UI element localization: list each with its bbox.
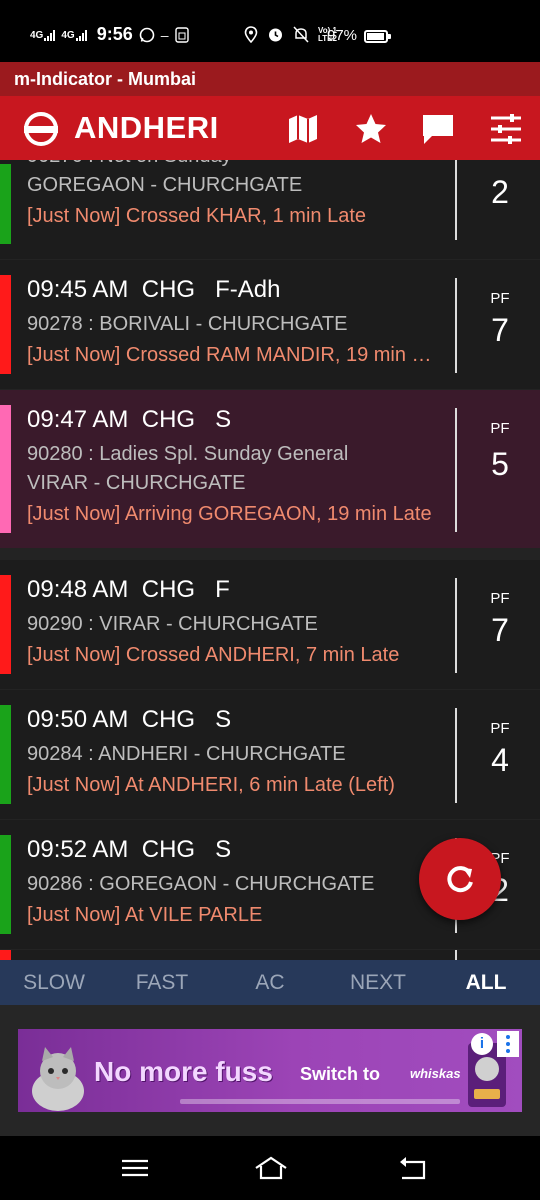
train-type-bar [0,275,11,374]
app-title: m-Indicator - Mumbai [14,69,197,89]
platform-number: 2 [491,174,509,210]
train-time: 09:52 AM CHG S [27,836,232,863]
ad-subtext: Switch to [300,1064,380,1084]
tab-ac[interactable]: AC [216,960,324,1005]
filter-settings-icon[interactable] [488,111,524,147]
train-number-route: 90290 : VIRAR - CHURCHGATE [27,613,318,635]
battery-icon [364,30,391,43]
platform-label: PF [490,420,510,437]
platform-divider [455,278,457,373]
battery-fill [367,33,385,40]
whatsapp-icon [139,27,155,42]
chat-icon[interactable] [420,111,456,147]
tab-fast[interactable]: FAST [108,960,216,1005]
railway-logo-icon[interactable] [23,111,59,147]
notifications-off-icon [293,26,309,43]
cat-image [32,1047,84,1111]
ad-area: No more fuss Switch to whiskas i [0,1005,540,1136]
train-route: VIRAR - CHURCHGATE [27,472,246,494]
train-number-route: 90284 : ANDHERI - CHURCHGATE [27,743,346,765]
platform-number: 7 [491,612,509,648]
tab-all[interactable]: ALL [432,960,540,1005]
station-name[interactable]: ANDHERI [74,110,219,146]
platform-label: PF [490,720,510,737]
platform-number: 7 [491,312,509,348]
train-type-bar [0,705,11,804]
network-indicator-1: 4G [30,29,56,41]
train-live-status: [Just Now] At ANDHERI, 6 min Late (Left) [27,774,395,796]
train-row[interactable] [0,950,540,960]
ad-banner[interactable]: No more fuss Switch to whiskas i [18,1029,522,1112]
train-row[interactable]: 09:50 AM CHG S 90284 : ANDHERI - CHURCHGA… [0,690,540,819]
status-left: 4G 4G 9:56 – [30,24,189,45]
train-time: 09:50 AM CHG S [27,706,232,733]
status-right: Vo) 1 LTE2 [244,26,337,43]
filter-tabs: SLOW FAST AC NEXT ALL [0,960,540,1005]
sim-card-icon [174,26,189,43]
platform-number: 4 [491,742,509,778]
network-label-1: 4G [30,29,44,41]
menu-icon[interactable] [118,1154,152,1182]
ad-fine-print [180,1099,460,1104]
platform-label: PF [490,290,510,307]
train-route: GOREGAON - CHURCHGATE [27,174,303,196]
battery-percent: 97% [327,27,358,44]
network-label-2: 4G [61,29,75,41]
train-number-route: 90276 : Not on Sunday [27,160,232,168]
signal-icon [75,29,87,41]
location-icon [244,26,258,43]
tab-slow[interactable]: SLOW [0,960,108,1005]
refresh-icon [447,866,473,893]
train-time: 09:48 AM CHG F [27,576,230,603]
back-icon[interactable] [396,1154,430,1182]
minus-icon: – [160,26,169,43]
alarm-icon [269,28,282,42]
platform-number: 5 [491,446,509,482]
train-number-route: 90278 : BORIVALI - CHURCHGATE [27,313,348,335]
platform-divider [455,408,457,532]
signal-icon [44,29,56,41]
clock: 9:56 [96,24,133,44]
ad-options-icon[interactable] [497,1031,519,1057]
train-type-bar [0,405,11,533]
platform-divider [455,578,457,673]
train-live-status: [Just Now] Crossed ANDHERI, 7 min Late [27,644,400,666]
refresh-button[interactable] [419,838,501,920]
platform-divider [455,950,457,960]
train-row[interactable]: 09:47 AM CHG S 90280 : Ladies Spl. Sunday… [0,390,540,548]
train-live-status: [Just Now] Arriving GOREGAON, 19 min Lat… [27,503,432,525]
ad-headline: No more fuss [94,1056,273,1087]
network-indicator-2: 4G [61,29,87,41]
train-type-bar [0,835,11,934]
train-live-status: [Just Now] At VILE PARLE [27,904,263,926]
train-time: 09:47 AM CHG S [27,406,232,433]
platform-divider [455,708,457,803]
status-bar: 4G 4G 9:56 – Vo) 1 LTE2 97% [0,0,540,62]
train-time: 09:45 AM CHG F-Adh [27,276,281,303]
navigation-bar [0,1136,540,1200]
ad-brand: whiskas [410,1066,461,1081]
train-type-bar [0,164,11,244]
home-icon[interactable] [253,1154,289,1182]
train-number-route: 90280 : Ladies Spl. Sunday General [27,443,349,465]
map-icon[interactable] [285,111,321,147]
platform-label: PF [490,590,510,607]
platform-divider [455,160,457,240]
train-type-bar [0,575,11,674]
train-number-route: 90286 : GOREGAON - CHURCHGATE [27,873,375,895]
train-live-status: [Just Now] Crossed RAM MANDIR, 19 min La… [27,344,439,366]
train-row[interactable]: 90276 : Not on Sunday GOREGAON - CHURCHGA… [0,160,540,259]
train-row[interactable]: 09:48 AM CHG F 90290 : VIRAR - CHURCHGATE… [0,560,540,689]
train-type-bar [0,950,11,960]
train-live-status: [Just Now] Crossed KHAR, 1 min Late [27,205,367,227]
app-title-bar: m-Indicator - Mumbai [0,62,540,96]
star-icon[interactable] [353,111,389,147]
toolbar: ANDHERI [0,96,540,160]
train-row[interactable]: 09:45 AM CHG F-Adh 90278 : BORIVALI - CHU… [0,260,540,389]
tab-next[interactable]: NEXT [324,960,432,1005]
ad-info-icon[interactable]: i [471,1033,493,1055]
